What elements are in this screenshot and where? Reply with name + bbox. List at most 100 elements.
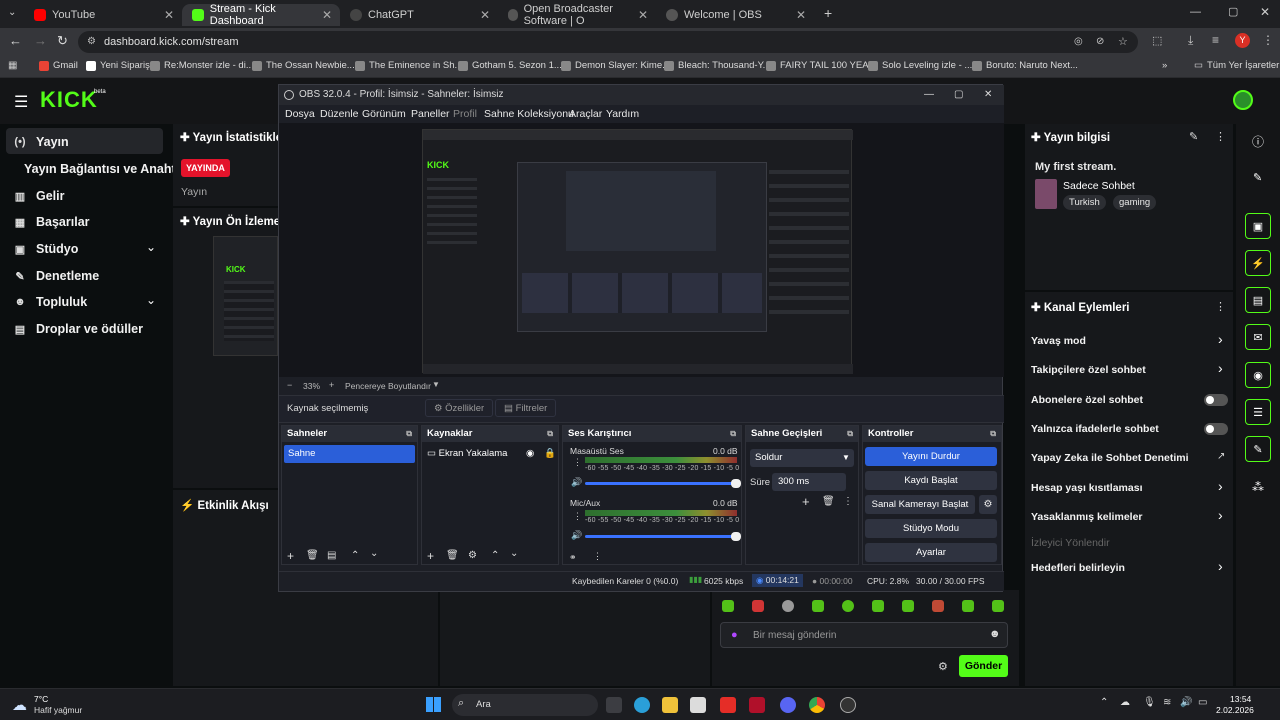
- sidebar-item-studyo[interactable]: ▣ Stüdyo: [14, 242, 79, 256]
- rail-list-icon[interactable]: ☰: [1245, 399, 1271, 425]
- move-up-icon[interactable]: ⌃: [351, 550, 359, 561]
- kick-logo[interactable]: KICK: [40, 87, 98, 113]
- category-name[interactable]: Sadece Sohbet: [1063, 180, 1135, 192]
- tray-battery-icon[interactable]: ▭: [1198, 697, 1207, 708]
- back-icon[interactable]: ←: [9, 33, 22, 48]
- tray-wifi-icon[interactable]: ≋: [1163, 697, 1171, 708]
- rail-doc-icon[interactable]: ▤: [1245, 287, 1271, 313]
- more-dots-icon[interactable]: ⋮: [1215, 130, 1226, 143]
- stop-streaming-button[interactable]: Yayını Durdur: [865, 447, 997, 466]
- emote-icon[interactable]: [932, 600, 944, 612]
- site-info-icon[interactable]: ⚙: [87, 31, 96, 53]
- bookmark-star-icon[interactable]: ☆: [1118, 31, 1128, 53]
- profile-avatar[interactable]: Y: [1235, 33, 1250, 48]
- close-icon[interactable]: ✕: [796, 8, 806, 22]
- tray-volume-icon[interactable]: 🔊: [1180, 697, 1192, 708]
- bookmark-item[interactable]: Re:Monster izle - di...: [150, 60, 254, 71]
- weather-icon[interactable]: ☁: [12, 696, 27, 714]
- bookmark-item[interactable]: FAIRY TAIL 100 YEA...: [766, 60, 876, 71]
- emote-icon[interactable]: [812, 600, 824, 612]
- clock-time[interactable]: 13:54: [1230, 694, 1251, 704]
- scene-filters-icon[interactable]: ▤: [327, 550, 336, 561]
- obs-close-icon[interactable]: ✕: [984, 85, 992, 105]
- send-button[interactable]: Gönder: [959, 655, 1008, 677]
- undock-icon[interactable]: ⧉: [990, 426, 996, 442]
- start-virtual-camera-button[interactable]: Sanal Kamerayı Başlat: [865, 495, 975, 514]
- add-scene-icon[interactable]: +: [287, 549, 294, 563]
- close-icon[interactable]: ✕: [322, 8, 332, 22]
- emote-icon[interactable]: [992, 600, 1004, 612]
- virtual-camera-settings-icon[interactable]: ⚙: [979, 495, 997, 514]
- remove-scene-icon[interactable]: 🗑: [306, 550, 319, 561]
- chat-settings-icon[interactable]: ⚙: [938, 660, 948, 673]
- remove-source-icon[interactable]: 🗑: [446, 550, 459, 561]
- chevron-right-icon[interactable]: ›: [1218, 558, 1223, 574]
- bookmark-item[interactable]: Yeni Sipariş: [86, 60, 150, 71]
- bookmark-item[interactable]: Bleach: Thousand-Y...: [664, 60, 771, 71]
- sidebar-item-topluluk[interactable]: ☻ Topluluk: [14, 295, 87, 309]
- subscribers-only-toggle[interactable]: [1204, 394, 1228, 406]
- bookmark-item[interactable]: Gmail: [39, 60, 78, 71]
- sidebar-item-gelir[interactable]: ▥ Gelir: [14, 189, 65, 203]
- link-icon[interactable]: ⚭: [569, 552, 577, 563]
- add-transition-icon[interactable]: +: [802, 494, 810, 509]
- more-dots-icon[interactable]: ⋮: [1215, 300, 1226, 313]
- emote-icon[interactable]: [902, 600, 914, 612]
- action-followers-only[interactable]: Takipçilere özel sohbet: [1031, 364, 1146, 376]
- forward-icon[interactable]: →: [34, 33, 47, 48]
- user-avatar[interactable]: [1233, 90, 1253, 110]
- chevron-right-icon[interactable]: ›: [1218, 360, 1223, 376]
- sidebar-item-droplar[interactable]: ▤ Droplar ve ödüller: [14, 322, 143, 336]
- chevron-right-icon[interactable]: ›: [1218, 331, 1223, 347]
- obs-icon[interactable]: [840, 697, 856, 713]
- eye-icon[interactable]: ◎: [1074, 31, 1083, 53]
- bookmark-item[interactable]: The Ossan Newbie...: [252, 60, 355, 71]
- close-icon[interactable]: ✕: [164, 8, 174, 22]
- add-source-icon[interactable]: +: [427, 549, 434, 563]
- desktop-audio-volume-slider[interactable]: [585, 479, 741, 488]
- duration-input[interactable]: 300 ms: [772, 473, 846, 491]
- remove-transition-icon[interactable]: 🗑: [822, 496, 835, 507]
- move-down-icon[interactable]: ⌄: [510, 548, 518, 559]
- menu-sahne-koleksiyonu[interactable]: Sahne Koleksiyonu: [484, 108, 574, 120]
- media-icon[interactable]: ≡: [1212, 33, 1219, 47]
- mic-volume-slider[interactable]: [585, 532, 741, 541]
- emote-icon[interactable]: [842, 600, 854, 612]
- lock-icon[interactable]: 🔒: [544, 445, 556, 463]
- youtube-icon[interactable]: [720, 697, 736, 713]
- mixer-menu-icon[interactable]: ⋮: [593, 551, 602, 562]
- windows-start-icon[interactable]: [426, 697, 441, 712]
- store-icon[interactable]: [690, 697, 706, 713]
- speaker-icon[interactable]: 🔊: [571, 477, 582, 488]
- emote-icon[interactable]: [872, 600, 884, 612]
- emote-icon[interactable]: [782, 600, 794, 612]
- dropdown-caret-icon[interactable]: ▼: [432, 380, 440, 389]
- sidebar-item-stream-key[interactable]: Yayın Bağlantısı ve Anahtarı: [24, 162, 191, 176]
- chevron-right-icon[interactable]: ›: [1218, 478, 1223, 494]
- tag-chip[interactable]: gaming: [1113, 195, 1157, 210]
- transition-menu-icon[interactable]: ⋮: [843, 496, 853, 507]
- transition-select[interactable]: Soldur ▼: [750, 449, 854, 467]
- obs-preview-canvas[interactable]: KICK: [279, 123, 1004, 377]
- fit-to-window[interactable]: Pencereye Boyutlandır: [345, 381, 431, 391]
- task-view-icon[interactable]: [606, 697, 622, 713]
- chrome-icon[interactable]: [809, 697, 825, 713]
- rail-broadcast-icon[interactable]: ◉: [1245, 362, 1271, 388]
- close-window-icon[interactable]: ✕: [1260, 5, 1270, 19]
- hamburger-menu-icon[interactable]: ☰: [14, 92, 28, 112]
- chevron-right-icon[interactable]: ›: [1218, 507, 1223, 523]
- close-icon[interactable]: ✕: [638, 8, 648, 22]
- obs-maximize-icon[interactable]: ▢: [954, 85, 963, 105]
- bookmark-item[interactable]: Gotham 5. Sezon 1....: [458, 60, 564, 71]
- file-explorer-icon[interactable]: [662, 697, 678, 713]
- tray-cloud-icon[interactable]: ☁: [1120, 697, 1130, 708]
- speaker-icon[interactable]: 🔊: [571, 530, 582, 541]
- minimize-icon[interactable]: —: [1190, 6, 1201, 18]
- menu-dots-icon[interactable]: ⋮: [1262, 33, 1274, 47]
- action-slow-mode[interactable]: Yavaş mod: [1031, 335, 1086, 347]
- bookmark-item[interactable]: Demon Slayer: Kime...: [561, 60, 670, 71]
- menu-araclar[interactable]: Araçlar: [569, 108, 602, 120]
- action-account-age[interactable]: Hesap yaşı kısıtlaması: [1031, 482, 1143, 494]
- chevron-down-icon[interactable]: ⌄: [146, 293, 156, 307]
- app-icon[interactable]: [749, 697, 765, 713]
